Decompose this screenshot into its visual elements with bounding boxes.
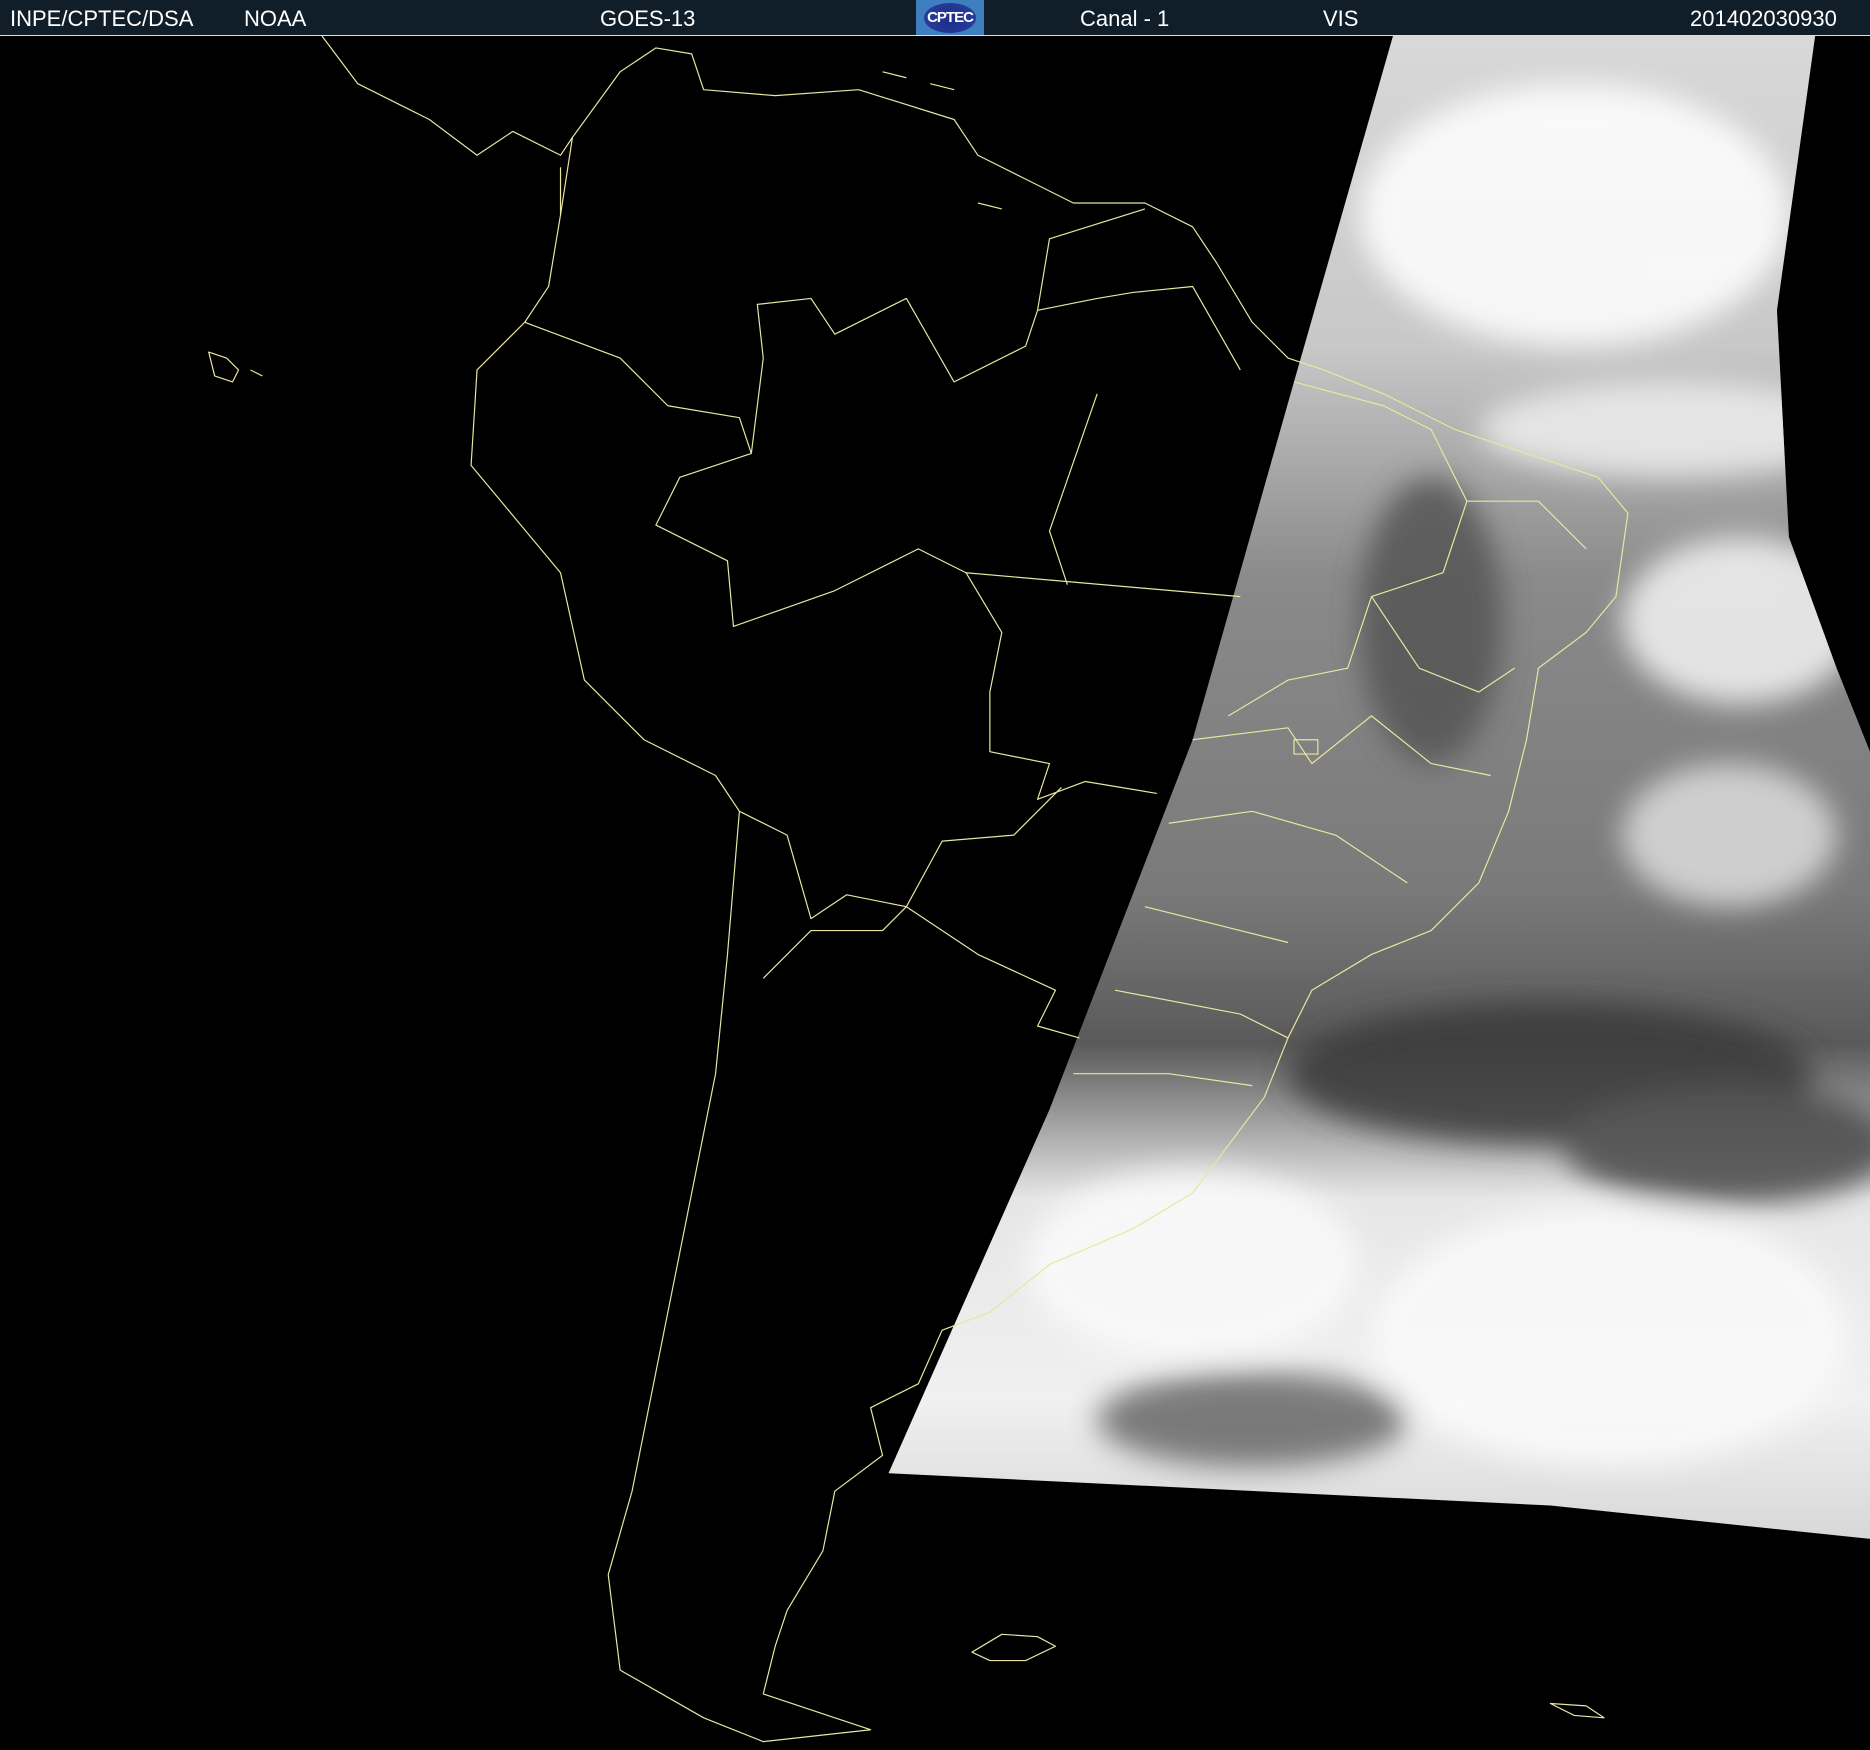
- satellite-label: GOES-13: [600, 6, 696, 31]
- satellite-map: [208, 36, 1870, 1743]
- satellite-swath: [888, 36, 1870, 1539]
- cptec-logo: CPTEC: [916, 0, 984, 35]
- caribbean-islands: [882, 71, 1002, 210]
- south-georgia-island: [1549, 1702, 1605, 1719]
- header-bar: INPE/CPTEC/DSA NOAA GOES-13 CPTEC Canal …: [0, 0, 1870, 36]
- timestamp-label: 201402030930: [1690, 6, 1837, 31]
- logo-text: CPTEC: [924, 2, 976, 33]
- agency-label: INPE/CPTEC/DSA: [10, 6, 194, 31]
- galapagos-islands: [208, 351, 263, 383]
- channel-label: Canal - 1: [1080, 6, 1170, 31]
- band-label: VIS: [1323, 6, 1359, 31]
- source-label: NOAA: [244, 6, 307, 31]
- falkland-islands: [971, 1633, 1057, 1662]
